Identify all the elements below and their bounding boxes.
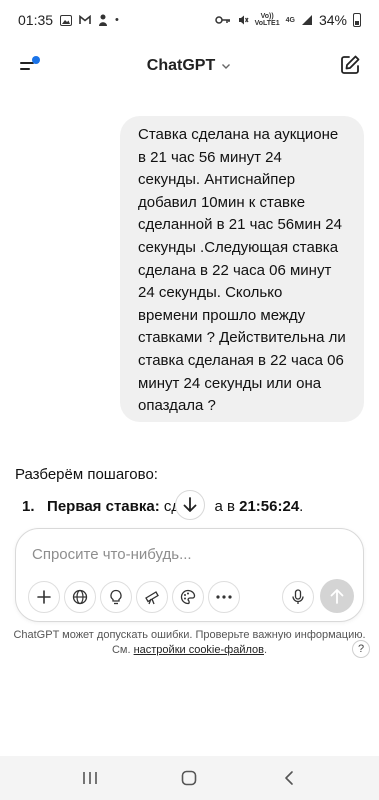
step-end: .	[299, 498, 304, 515]
gallery-icon	[60, 14, 73, 26]
recent-apps-button[interactable]	[75, 763, 105, 793]
status-bar: 01:35 • Vo)) VoLTE1 4G 34%	[0, 0, 379, 40]
key-icon	[214, 16, 230, 24]
edit-icon	[341, 55, 360, 74]
disclaimer: ChatGPT может допускать ошибки. Проверьт…	[0, 628, 379, 658]
user-message-bubble: Ставка сделана на аукционе в 21 час 56 м…	[120, 116, 364, 422]
microphone-icon	[292, 589, 304, 604]
more-icon	[216, 595, 232, 599]
notification-dot-icon: •	[115, 13, 119, 26]
app-header: ChatGPT	[0, 44, 379, 88]
page-title: ChatGPT	[146, 57, 216, 74]
status-time: 01:35	[18, 12, 54, 28]
scroll-down-button[interactable]	[175, 490, 205, 520]
image-create-button[interactable]	[172, 581, 204, 613]
person-icon	[99, 14, 108, 26]
back-icon	[285, 771, 293, 785]
notification-dot	[32, 56, 40, 64]
send-button[interactable]	[320, 579, 354, 613]
sidebar-menu-button[interactable]	[20, 56, 44, 76]
cookie-settings-link[interactable]: настройки cookie-файлов	[134, 644, 264, 656]
disclaimer-line-2: См. настройки cookie-файлов.	[111, 644, 268, 656]
volte-indicator: Vo)) VoLTE1	[254, 13, 280, 27]
arrow-down-icon	[183, 497, 197, 512]
message-composer	[15, 528, 364, 622]
more-tools-button[interactable]	[208, 581, 240, 613]
step-text-cont: а в	[214, 498, 240, 515]
lightbulb-icon	[110, 589, 122, 605]
microphone-button[interactable]	[282, 581, 314, 613]
attach-button[interactable]	[28, 581, 60, 613]
status-right: Vo)) VoLTE1 4G 34%	[214, 12, 361, 28]
status-left: 01:35 •	[18, 12, 119, 28]
menu-line	[20, 68, 30, 70]
gmail-icon	[79, 15, 91, 24]
arrow-up-icon	[330, 589, 344, 604]
model-selector[interactable]: ChatGPT	[147, 57, 232, 75]
signal-type: 4G	[285, 16, 295, 24]
reason-button[interactable]	[100, 581, 132, 613]
step-time: 21:56:24	[239, 498, 300, 515]
help-button[interactable]: ?	[352, 640, 370, 658]
signal-icon	[301, 15, 312, 25]
prompt-input[interactable]	[32, 543, 332, 565]
step-bold-label: Первая ставка:	[47, 498, 160, 515]
battery-icon	[353, 13, 361, 27]
deep-research-button[interactable]	[136, 581, 168, 613]
telescope-icon	[145, 591, 159, 605]
assistant-intro-text: Разберём пошагово:	[15, 466, 158, 483]
battery-percent: 34%	[318, 12, 347, 28]
new-chat-button[interactable]	[339, 54, 361, 76]
step-number: 1.	[22, 498, 35, 515]
recent-apps-icon	[83, 772, 97, 784]
mute-icon	[238, 15, 249, 25]
disclaimer-line: ChatGPT может допускать ошибки. Проверьт…	[13, 629, 366, 641]
home-button[interactable]	[174, 763, 204, 793]
android-nav-bar	[0, 756, 379, 800]
assistant-step-item: 1. Первая ставка: сдеа в 21:56:24.	[22, 498, 303, 515]
web-search-button[interactable]	[64, 581, 96, 613]
chevron-down-icon	[222, 64, 231, 69]
globe-icon	[72, 589, 88, 605]
back-button[interactable]	[274, 763, 304, 793]
palette-icon	[180, 589, 196, 605]
home-icon	[182, 770, 197, 786]
plus-icon	[37, 590, 51, 604]
